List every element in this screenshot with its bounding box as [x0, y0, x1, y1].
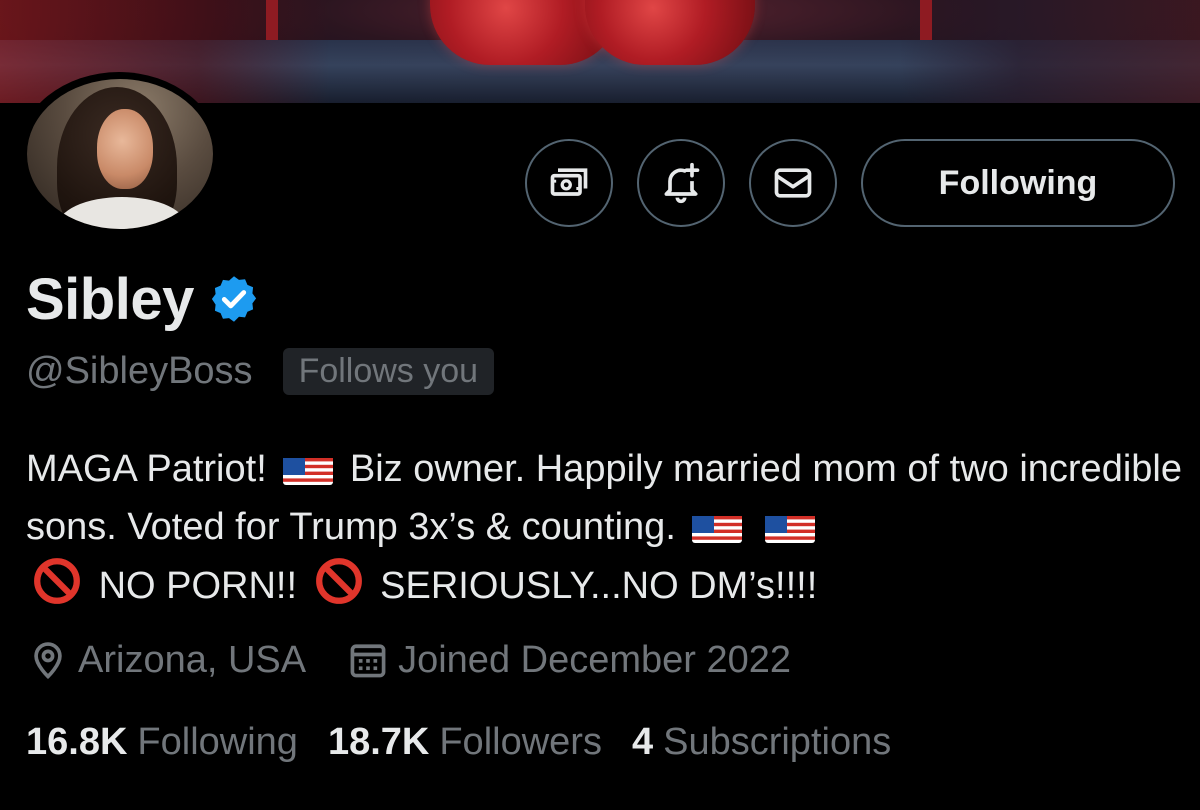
us-flag-icon: [283, 451, 334, 485]
subscriptions-count-link[interactable]: 4 Subscriptions: [632, 721, 891, 764]
notify-icon: [664, 162, 700, 204]
banner-heel: [266, 0, 278, 40]
following-count-link[interactable]: 16.8K Following: [26, 721, 298, 764]
stat-value: 18.7K: [327, 720, 430, 763]
prohibited-icon: [314, 556, 364, 606]
following-button[interactable]: Following: [861, 139, 1175, 227]
followers-count-link[interactable]: 18.7K Followers: [328, 721, 602, 764]
stat-label: Followers: [439, 720, 602, 763]
subscribe-icon: [550, 168, 588, 196]
notify-button[interactable]: [637, 139, 725, 227]
verified-badge-icon[interactable]: [208, 273, 260, 325]
us-flag-icon: [765, 509, 816, 543]
banner-glow-right: [900, 0, 1200, 103]
stat-label: Subscriptions: [663, 720, 892, 763]
name-row: Sibley: [26, 264, 260, 334]
profile-stats: 16.8K Following 18.7K Followers 4 Subscr…: [26, 716, 921, 768]
stat-value: 16.8K: [26, 720, 128, 763]
follows-you-badge: Follows you: [282, 347, 495, 395]
avatar[interactable]: [27, 79, 213, 229]
user-handle: @SibleyBoss: [26, 349, 253, 392]
location-text: Arizona, USA: [78, 638, 307, 681]
us-flag-icon: [692, 509, 743, 543]
subscribe-button[interactable]: [525, 139, 613, 227]
stat-label: Following: [137, 720, 298, 763]
avatar-face: [97, 109, 153, 189]
message-icon: [774, 168, 812, 198]
display-name: Sibley: [26, 266, 194, 332]
joined-date-text: Joined December 2022: [398, 638, 792, 681]
profile-meta: Arizona, USA Joined December 2022: [26, 634, 791, 686]
bio-text: MAGA Patriot!: [26, 448, 267, 490]
location-pin-icon: [34, 642, 62, 680]
bio-text: SERIOUSLY...NO DM’s!!!!: [380, 565, 818, 607]
profile-banner[interactable]: [0, 0, 1200, 103]
bio-text: NO PORN!!: [98, 565, 298, 607]
handle-row: @SibleyBoss Follows you: [26, 346, 495, 396]
banner-heel: [920, 0, 932, 40]
message-button[interactable]: [749, 139, 837, 227]
calendar-icon: [350, 644, 386, 678]
stat-value: 4: [631, 720, 654, 763]
prohibited-icon: [32, 556, 82, 606]
profile-bio: MAGA Patriot! Biz owner. Happily married…: [26, 440, 1186, 615]
